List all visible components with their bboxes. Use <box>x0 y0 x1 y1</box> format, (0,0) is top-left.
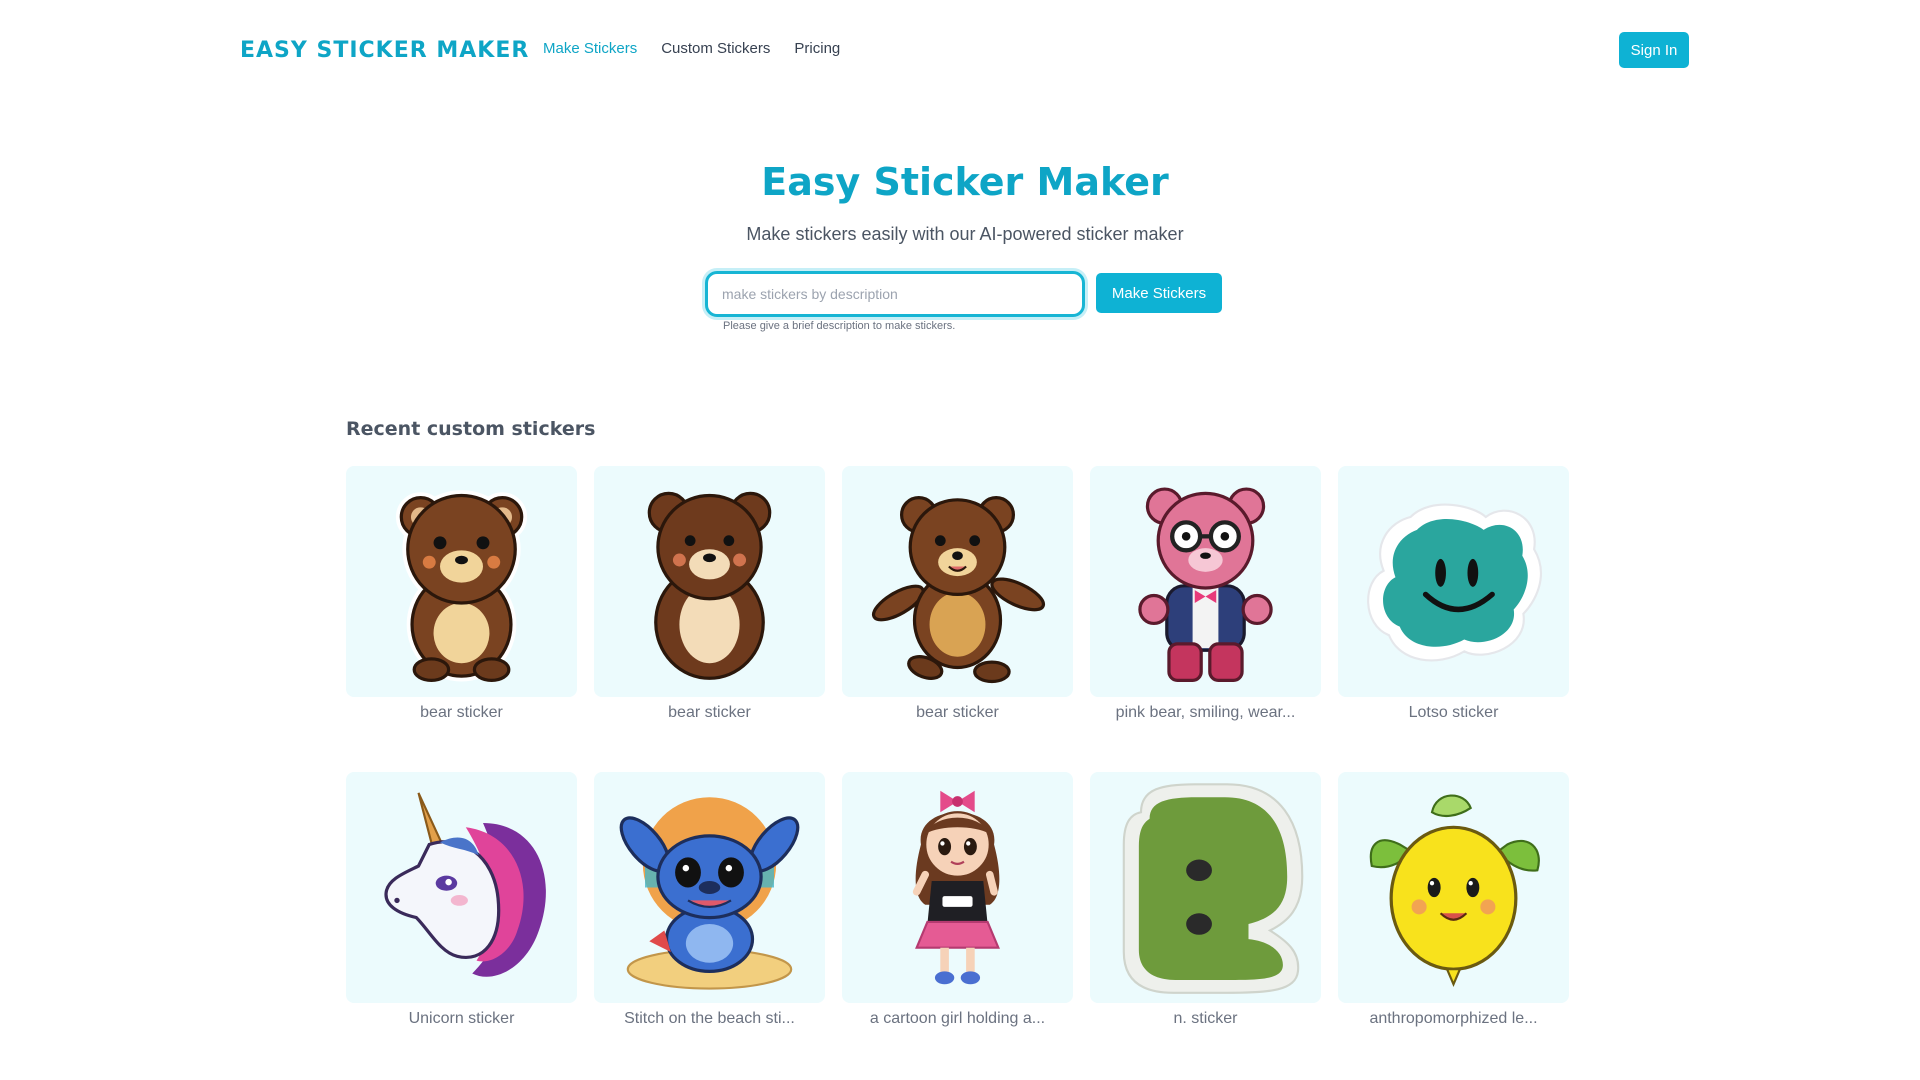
green-letter-sticker-icon <box>1122 783 1304 994</box>
sticker-card[interactable]: Stitch on the beach sti... <box>594 772 825 1028</box>
site-header: EASY STICKER MAKER Make Stickers Custom … <box>0 0 1920 100</box>
recent-section-title: Recent custom stickers <box>346 418 596 440</box>
brown-bear-sticker-icon <box>395 490 528 683</box>
page-title: Easy Sticker Maker <box>761 160 1169 204</box>
sticker-card[interactable]: bear sticker <box>594 466 825 722</box>
sticker-thumbnail <box>594 772 825 1003</box>
sticker-caption: n. sticker <box>1173 1010 1238 1027</box>
sticker-thumbnail <box>1090 772 1321 1003</box>
cartoon-girl-sticker-icon <box>912 790 1000 985</box>
logo[interactable]: EASY STICKER MAKER <box>240 36 529 64</box>
sticker-card[interactable]: pink bear, smiling, wear... <box>1090 466 1321 722</box>
sticker-caption: Lotso sticker <box>1408 704 1499 721</box>
sticker-thumbnail <box>842 466 1073 697</box>
sticker-thumbnail <box>346 466 577 697</box>
sticker-caption: pink bear, smiling, wear... <box>1115 704 1296 721</box>
description-input[interactable] <box>708 274 1082 314</box>
sticker-caption: bear sticker <box>420 704 503 721</box>
nav-make-stickers[interactable]: Make Stickers <box>543 40 637 57</box>
unicorn-head-sticker-icon <box>384 792 546 977</box>
sticker-thumbnail <box>346 772 577 1003</box>
nav-custom-stickers[interactable]: Custom Stickers <box>661 40 770 57</box>
sticker-caption: anthropomorphized le... <box>1369 1010 1538 1027</box>
sticker-thumbnail <box>842 772 1073 1003</box>
sticker-card[interactable]: anthropomorphized le... <box>1338 772 1569 1028</box>
sticker-caption: Stitch on the beach sti... <box>624 1010 795 1027</box>
pink-bear-glasses-sticker-icon <box>1138 487 1273 683</box>
make-stickers-button[interactable]: Make Stickers <box>1096 273 1222 313</box>
sticker-card[interactable]: Lotso sticker <box>1338 466 1569 722</box>
sticker-thumbnail <box>1338 772 1569 1003</box>
sticker-caption: a cartoon girl holding a... <box>869 1010 1046 1027</box>
dancing-bear-sticker-icon <box>871 496 1046 684</box>
search-field-wrapper <box>705 271 1085 317</box>
logo-text: EASY STICKER MAKER <box>240 37 530 63</box>
sticker-card[interactable]: a cartoon girl holding a... <box>842 772 1073 1028</box>
sticker-card[interactable]: n. sticker <box>1090 772 1321 1028</box>
sticker-caption: bear sticker <box>916 704 999 721</box>
input-hint: Please give a brief description to make … <box>723 320 956 332</box>
teal-blob-smile-sticker-icon <box>1367 503 1542 662</box>
sticker-grid: bear sticker bear sticker bear sticker p… <box>346 466 1574 1028</box>
sticker-caption: bear sticker <box>668 704 751 721</box>
sticker-card[interactable]: bear sticker <box>842 466 1073 722</box>
stitch-beach-sticker-icon <box>619 797 800 990</box>
lemon-face-sticker-icon <box>1369 794 1540 987</box>
sticker-thumbnail <box>1338 466 1569 697</box>
sticker-card[interactable]: bear sticker <box>346 466 577 722</box>
sticker-caption: Unicorn sticker <box>408 1010 515 1027</box>
nav-pricing[interactable]: Pricing <box>794 40 840 57</box>
brown-bear-sticker-icon <box>647 491 772 680</box>
sticker-thumbnail <box>1090 466 1321 697</box>
sign-in-button[interactable]: Sign In <box>1619 32 1689 68</box>
sticker-card[interactable]: Unicorn sticker <box>346 772 577 1028</box>
page-subtitle: Make stickers easily with our AI-powered… <box>746 224 1184 244</box>
main-nav: Make Stickers Custom Stickers Pricing <box>543 40 840 57</box>
sticker-thumbnail <box>594 466 825 697</box>
